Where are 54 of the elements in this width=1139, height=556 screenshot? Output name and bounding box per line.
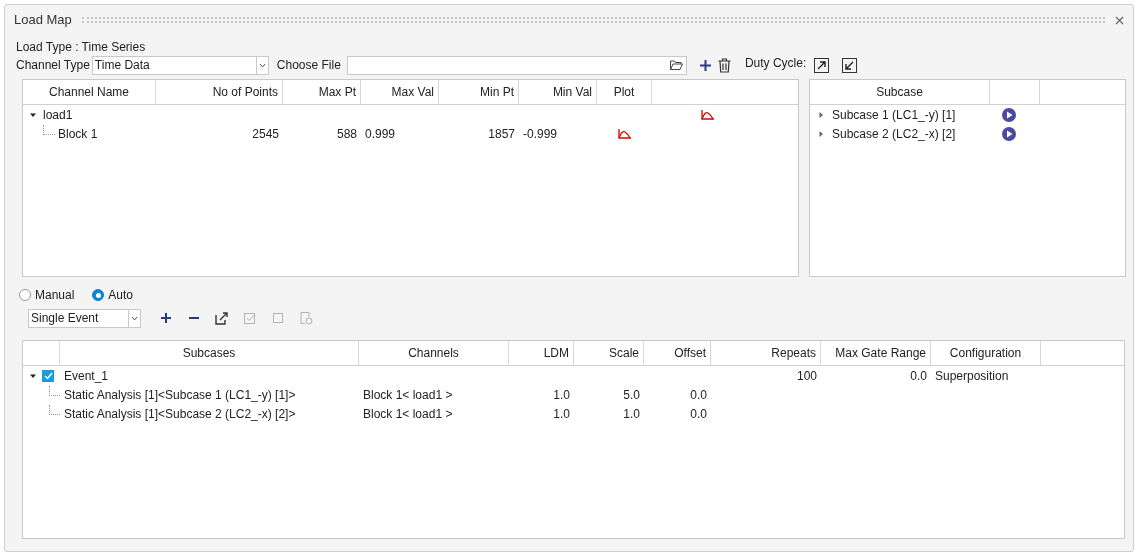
play-icon[interactable] [1002, 126, 1016, 141]
table-cell-text: 0.0 [690, 405, 707, 423]
table-cell-text: Static Analysis [1]<Subcase 2 (LC2_-x) [2]> [64, 405, 296, 423]
collapse-caret-icon[interactable] [30, 111, 36, 118]
table-cell-text: 1.0 [623, 405, 640, 423]
check-all-icon[interactable] [243, 311, 257, 325]
duty-cycle-label: Duty Cycle: [744, 55, 807, 72]
chevron-down-icon [131, 315, 138, 321]
curve-plot-icon[interactable] [618, 128, 631, 139]
field-label: Channel Type [16, 57, 90, 74]
uncheck-all-icon[interactable] [271, 311, 285, 325]
chevron-down-icon [258, 62, 266, 68]
table-cell-text: Event_1 [64, 367, 109, 385]
checkbox[interactable] [42, 369, 54, 382]
channel-type-dropdown[interactable]: Time Data [91, 55, 269, 75]
plus-icon[interactable] [699, 59, 711, 71]
radio-label[interactable]: Auto [108, 286, 134, 304]
radio-label[interactable]: Manual [35, 286, 75, 304]
folder-icon[interactable] [669, 60, 683, 70]
table-cell-text: Superposition [935, 367, 1009, 385]
file-path-field[interactable] [346, 55, 687, 75]
event-type-dropdown[interactable]: Single Event [28, 308, 141, 328]
table-cell-text: 588 [336, 125, 357, 143]
plus-icon[interactable] [159, 311, 173, 325]
close-icon[interactable] [1115, 15, 1124, 25]
collapse-caret-icon[interactable] [30, 372, 36, 379]
curve-plot-icon[interactable] [701, 109, 714, 120]
table-cell-text: 0.0 [910, 367, 927, 385]
tree-node-label: Subcase 2 (LC2_-x) [2] [832, 125, 957, 143]
table-cell-text: Block 1< load1 > [363, 386, 453, 404]
expand-caret-icon[interactable] [818, 111, 824, 118]
table-cell-text: -0.999 [523, 125, 558, 143]
radio-button[interactable] [19, 289, 31, 301]
load-type-label: Load Type : Time Series [16, 39, 147, 54]
radio-button[interactable] [92, 289, 105, 301]
table-cell-text: 0.0 [690, 386, 707, 404]
play-icon[interactable] [1002, 107, 1016, 122]
table-cell-text: Block 1< load1 > [363, 405, 453, 423]
table-cell-text: 100 [796, 367, 817, 385]
tree-node-label: Block 1 [58, 125, 98, 143]
export-icon[interactable] [215, 311, 229, 325]
tree-node-label: Subcase 1 (LC1_-y) [1] [832, 106, 957, 124]
panel-title: Load Map [14, 11, 72, 30]
table-cell-text: Static Analysis [1]<Subcase 1 (LC1_-y) [1]> [64, 386, 296, 404]
table-cell-text: 5.0 [623, 386, 640, 404]
table-cell-text: 2545 [252, 125, 279, 143]
table-cell-text: 1.0 [553, 386, 570, 404]
tree-node-label: load1 [43, 106, 74, 124]
table-cell-text: 1.0 [553, 405, 570, 423]
expand-caret-icon[interactable] [818, 130, 824, 137]
table-cell-text: 0.999 [365, 125, 396, 143]
table-cell-text: 1857 [488, 125, 515, 143]
field-label: Choose File [276, 57, 341, 74]
trash-icon[interactable] [717, 57, 731, 73]
